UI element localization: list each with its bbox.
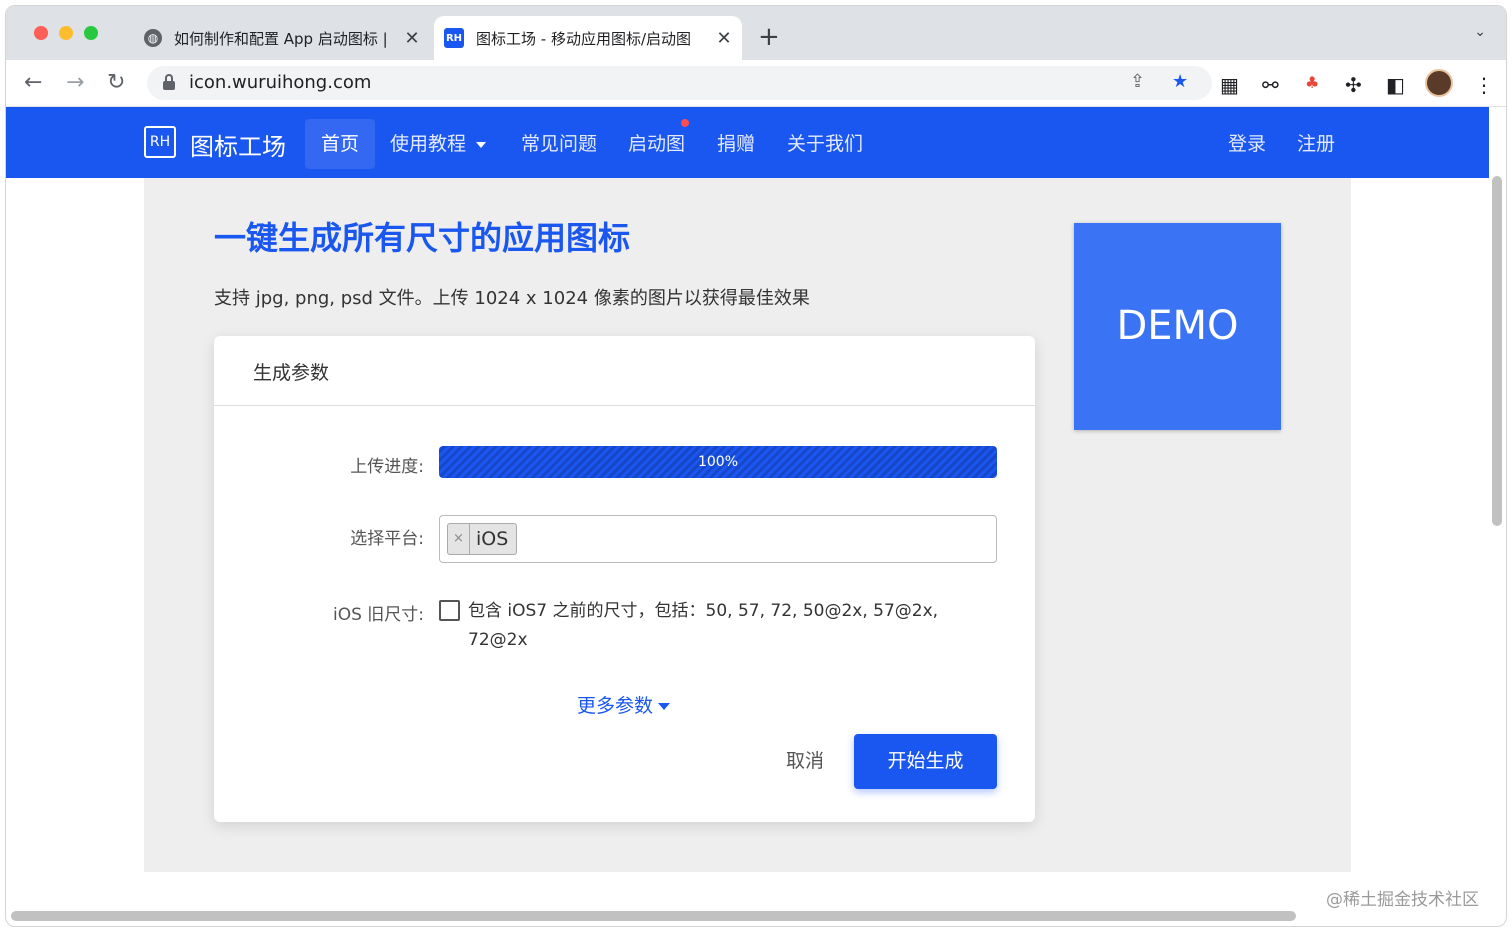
hierarchy-extension-icon[interactable]: ♣ [1305, 73, 1319, 92]
params-card: 生成参数 上传进度: 100% 选择平台: × iOS iOS 旧尺寸: 包含 … [214, 336, 1035, 822]
puzzle-extensions-icon[interactable]: ✣ [1345, 73, 1362, 97]
lock-icon [163, 74, 175, 90]
star-icon[interactable]: ★ [1172, 71, 1188, 92]
side-panel-icon[interactable]: ◧ [1386, 73, 1405, 97]
nav-tutorial-label: 使用教程 [390, 133, 467, 155]
card-header: 生成参数 [214, 336, 1035, 406]
browser-toolbar: ← → ↻ icon.wuruihong.com ⇪ ★ ▦ ⚯ ♣ ✣ ◧ ⋮ [6, 60, 1506, 107]
close-window-button[interactable] [34, 26, 48, 40]
card-title: 生成参数 [253, 362, 330, 384]
register-link[interactable]: 注册 [1297, 119, 1335, 169]
nav-donate[interactable]: 捐赠 [717, 119, 755, 169]
nav-home[interactable]: 首页 [305, 119, 376, 169]
nav-tutorial[interactable]: 使用教程 [390, 119, 487, 169]
close-tab-icon[interactable]: ✕ [712, 28, 736, 49]
platform-label: 选择平台: [350, 529, 424, 549]
close-tab-icon[interactable]: ✕ [400, 28, 424, 49]
logo-text[interactable]: 图标工场 [190, 127, 286, 162]
translate-extension-icon[interactable]: ⚯ [1262, 73, 1279, 97]
progress-label: 上传进度: [350, 457, 424, 477]
watermark: @稀土掘金技术社区 [1326, 890, 1479, 910]
logo-mark[interactable]: RH [144, 126, 176, 158]
tab-strip: ◍ 如何制作和配置 App 启动图标 | ✕ RH 图标工场 - 移动应用图标/… [6, 6, 1506, 60]
reload-icon[interactable]: ↻ [107, 70, 125, 95]
forward-arrow-icon[interactable]: → [66, 70, 84, 95]
address-bar[interactable]: icon.wuruihong.com ⇪ ★ [147, 66, 1212, 100]
tab-inactive[interactable]: ◍ 如何制作和配置 App 启动图标 | ✕ [134, 16, 430, 60]
remove-chip-icon[interactable]: × [448, 524, 470, 554]
legacy-size-checkbox[interactable] [439, 600, 460, 621]
start-generate-button[interactable]: 开始生成 [854, 734, 997, 789]
tab-active[interactable]: RH 图标工场 - 移动应用图标/启动图 ✕ [434, 16, 742, 60]
caret-down-icon [658, 703, 671, 710]
chevron-down-icon[interactable]: ⌄ [1474, 24, 1486, 40]
upload-progress-bar: 100% [439, 446, 997, 478]
legacy-size-description: 包含 iOS7 之前的尺寸，包括：50, 57, 72, 50@2x, 57@2… [468, 601, 939, 650]
legacy-size-label: iOS 旧尺寸: [332, 605, 424, 625]
maximize-window-button[interactable] [84, 26, 98, 40]
site-navbar: RH 图标工场 首页 使用教程 常见问题 启动图 捐赠 关于我们 登录 注册 [6, 107, 1489, 178]
tab-title: 如何制作和配置 App 启动图标 | [174, 29, 388, 48]
page-subtitle: 支持 jpg, png, psd 文件。上传 1024 x 1024 像素的图片… [214, 288, 810, 309]
rh-favicon-icon: RH [444, 28, 464, 48]
browser-window: ◍ 如何制作和配置 App 启动图标 | ✕ RH 图标工场 - 移动应用图标/… [5, 5, 1507, 927]
more-params-toggle[interactable]: 更多参数 [577, 691, 671, 718]
chip-label: iOS [476, 528, 509, 550]
demo-preview: DEMO [1074, 223, 1281, 430]
profile-avatar[interactable] [1425, 69, 1453, 97]
share-icon[interactable]: ⇪ [1130, 71, 1145, 92]
caret-down-icon [476, 141, 487, 148]
login-link[interactable]: 登录 [1228, 119, 1266, 169]
vertical-scrollbar[interactable] [1492, 176, 1502, 526]
horizontal-scrollbar[interactable] [11, 911, 1296, 921]
platform-select[interactable]: × iOS [439, 515, 997, 563]
cancel-button[interactable]: 取消 [786, 746, 824, 773]
more-menu-icon[interactable]: ⋮ [1474, 73, 1494, 97]
notification-dot [681, 119, 689, 127]
tab-title: 图标工场 - 移动应用图标/启动图 [476, 29, 692, 48]
page-title: 一键生成所有尺寸的应用图标 [214, 219, 631, 257]
back-arrow-icon[interactable]: ← [24, 70, 42, 95]
nav-launch-image[interactable]: 启动图 [628, 119, 685, 169]
platform-chip: × iOS [447, 523, 518, 555]
more-params-label: 更多参数 [577, 695, 654, 717]
demo-text: DEMO [1116, 303, 1239, 349]
new-tab-button[interactable]: + [758, 22, 780, 52]
minimize-window-button[interactable] [59, 26, 73, 40]
nav-about[interactable]: 关于我们 [787, 119, 863, 169]
qr-code-icon[interactable]: ▦ [1220, 73, 1239, 97]
progress-text: 100% [697, 454, 739, 470]
url-text: icon.wuruihong.com [189, 72, 372, 93]
globe-icon: ◍ [144, 29, 162, 47]
nav-faq[interactable]: 常见问题 [521, 119, 597, 169]
